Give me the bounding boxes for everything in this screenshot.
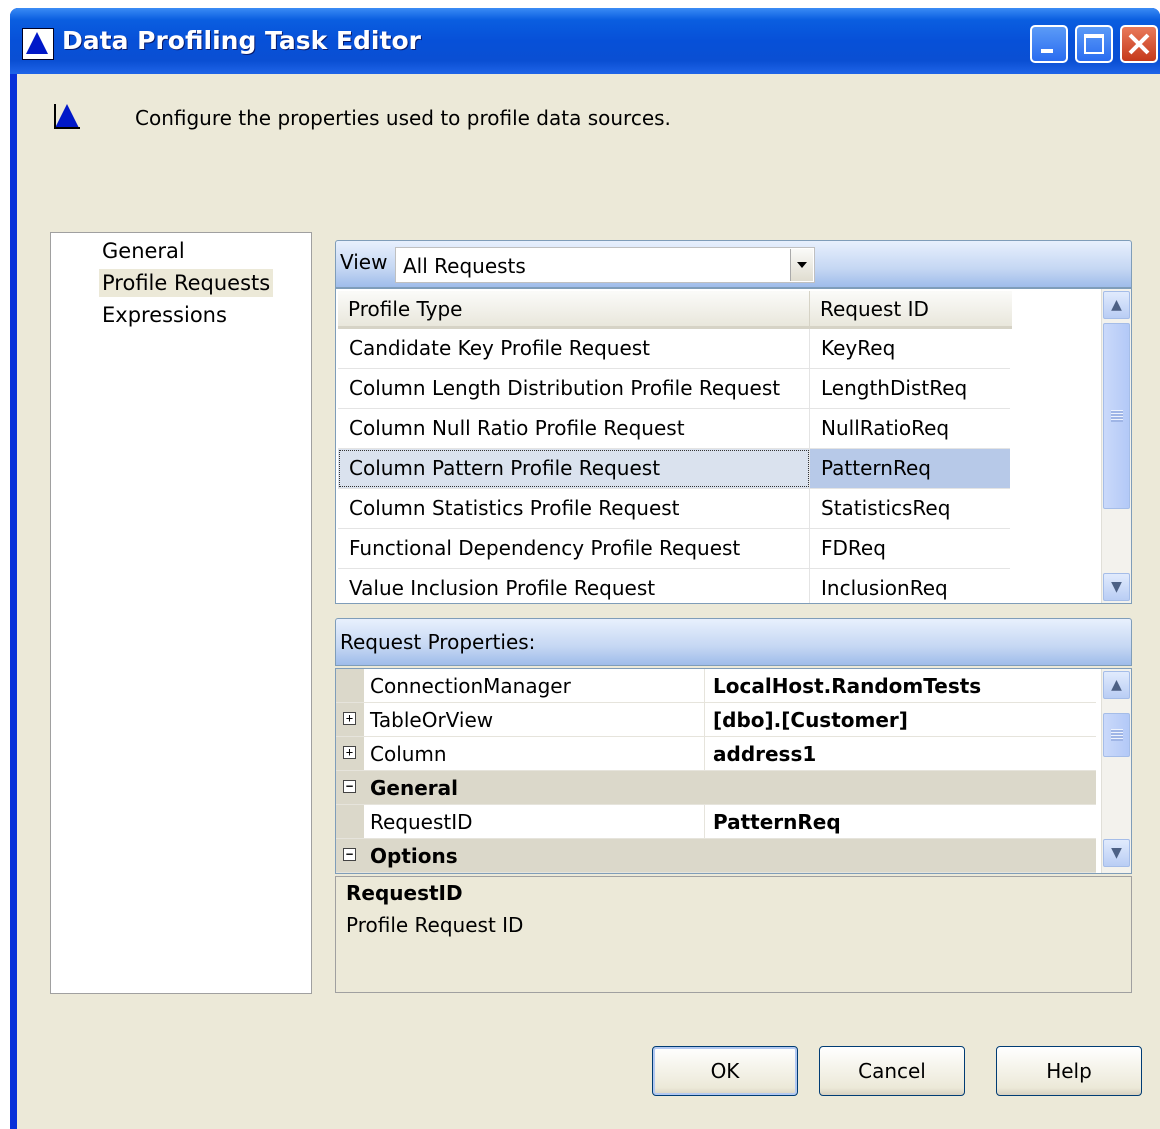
collapse-icon[interactable]: − xyxy=(343,780,356,793)
chevron-down-icon xyxy=(797,262,807,268)
minimize-button[interactable] xyxy=(1030,25,1068,63)
title-bar[interactable]: Data Profiling Task Editor xyxy=(10,8,1160,74)
profile-requests-grid: Profile Type Request ID Candidate Key Pr… xyxy=(335,288,1132,604)
profile-type-cell: Value Inclusion Profile Request xyxy=(349,576,656,600)
category-name: General xyxy=(370,776,458,800)
profiler-icon xyxy=(54,104,80,129)
dialog-client-area: Configure the properties used to profile… xyxy=(17,74,1160,1129)
navigation-panel: General Profile Requests Expressions xyxy=(50,232,312,994)
table-row[interactable]: Column Length Distribution Profile Reque… xyxy=(338,369,1010,409)
table-row[interactable]: Value Inclusion Profile Request Inclusio… xyxy=(338,569,1010,603)
scroll-down-button[interactable]: ▼ xyxy=(1103,573,1130,601)
profile-type-cell: Functional Dependency Profile Request xyxy=(349,536,741,560)
nav-item-expressions[interactable]: Expressions xyxy=(99,301,230,329)
profile-type-cell: Column Length Distribution Profile Reque… xyxy=(349,376,781,400)
property-description-panel: RequestID Profile Request ID xyxy=(335,876,1132,993)
property-name: Column xyxy=(370,742,447,766)
column-header-profile-type[interactable]: Profile Type xyxy=(338,291,809,329)
scroll-up-button[interactable]: ▲ xyxy=(1103,671,1130,699)
property-row[interactable]: ConnectionManager LocalHost.RandomTests xyxy=(336,669,1096,703)
property-value[interactable]: PatternReq xyxy=(704,805,1096,838)
chevron-up-icon: ▲ xyxy=(1111,677,1122,693)
column-header-request-id[interactable]: Request ID xyxy=(809,291,1012,329)
profile-type-cell: Column Pattern Profile Request xyxy=(349,456,661,480)
scroll-up-button[interactable]: ▲ xyxy=(1103,291,1130,319)
view-dropdown[interactable]: All Requests xyxy=(395,247,815,283)
grip-icon xyxy=(1111,410,1123,422)
nav-item-profile-requests[interactable]: Profile Requests xyxy=(99,269,274,297)
property-name: ConnectionManager xyxy=(370,674,571,698)
close-button[interactable] xyxy=(1120,25,1158,63)
nav-item-general[interactable]: General xyxy=(99,237,188,265)
minimize-icon xyxy=(1041,49,1053,53)
window-title: Data Profiling Task Editor xyxy=(62,26,421,55)
category-name: Options xyxy=(370,844,458,868)
request-id-cell: FDReq xyxy=(821,536,886,560)
grip-icon xyxy=(1111,729,1123,741)
profile-type-cell: Column Statistics Profile Request xyxy=(349,496,680,520)
property-grid-scrollbar[interactable]: ▲ ▼ xyxy=(1101,669,1131,873)
chevron-down-icon: ▼ xyxy=(1111,579,1122,595)
view-dropdown-button[interactable] xyxy=(790,249,813,281)
request-id-cell: LengthDistReq xyxy=(821,376,968,400)
profile-type-cell: Column Null Ratio Profile Request xyxy=(349,416,685,440)
property-value[interactable]: [dbo].[Customer] xyxy=(704,703,1096,736)
profiler-app-icon xyxy=(22,28,54,60)
close-icon xyxy=(1128,33,1150,55)
dialog-window: Data Profiling Task Editor Configure the… xyxy=(10,8,1160,1129)
table-row[interactable]: Candidate Key Profile Request KeyReq xyxy=(338,329,1010,369)
ok-button[interactable]: OK xyxy=(652,1046,798,1096)
property-value[interactable]: LocalHost.RandomTests xyxy=(704,669,1096,702)
table-row[interactable]: Functional Dependency Profile Request FD… xyxy=(338,529,1010,569)
property-value[interactable]: address1 xyxy=(704,737,1096,770)
property-row[interactable]: + Column address1 xyxy=(336,737,1096,771)
cancel-button[interactable]: Cancel xyxy=(819,1046,965,1096)
header-description: Configure the properties used to profile… xyxy=(135,106,671,130)
request-id-cell: PatternReq xyxy=(821,456,931,480)
scroll-thumb[interactable] xyxy=(1103,713,1130,757)
request-id-cell: NullRatioReq xyxy=(821,416,950,440)
property-name: RequestID xyxy=(370,810,473,834)
view-label: View xyxy=(340,250,388,274)
expand-icon[interactable]: + xyxy=(343,712,356,725)
property-category-options[interactable]: − Options xyxy=(336,839,1096,873)
maximize-icon xyxy=(1084,34,1104,54)
expand-icon[interactable]: + xyxy=(343,746,356,759)
maximize-button[interactable] xyxy=(1075,25,1113,63)
request-properties-header: Request Properties: xyxy=(335,618,1132,666)
view-dropdown-value: All Requests xyxy=(403,254,526,278)
table-row[interactable]: Column Null Ratio Profile Request NullRa… xyxy=(338,409,1010,449)
description-title: RequestID xyxy=(346,881,463,905)
chevron-up-icon: ▲ xyxy=(1111,297,1122,313)
property-name: TableOrView xyxy=(370,708,494,732)
property-category-general[interactable]: − General xyxy=(336,771,1096,805)
chevron-down-icon: ▼ xyxy=(1111,845,1122,861)
help-button[interactable]: Help xyxy=(996,1046,1142,1096)
property-row[interactable]: + TableOrView [dbo].[Customer] xyxy=(336,703,1096,737)
table-row-selected[interactable]: Column Pattern Profile Request PatternRe… xyxy=(338,449,1010,489)
request-id-cell: StatisticsReq xyxy=(821,496,951,520)
scroll-thumb[interactable] xyxy=(1103,323,1130,509)
collapse-icon[interactable]: − xyxy=(343,848,356,861)
request-id-cell: InclusionReq xyxy=(821,576,948,600)
request-properties-label: Request Properties: xyxy=(340,630,536,654)
property-grid: ConnectionManager LocalHost.RandomTests … xyxy=(335,668,1132,874)
profile-type-cell: Candidate Key Profile Request xyxy=(349,336,651,360)
scroll-down-button[interactable]: ▼ xyxy=(1103,839,1130,867)
property-row[interactable]: RequestID PatternReq xyxy=(336,805,1096,839)
grid-scrollbar[interactable]: ▲ ▼ xyxy=(1101,289,1131,603)
request-id-cell: KeyReq xyxy=(821,336,896,360)
description-text: Profile Request ID xyxy=(346,913,524,937)
table-row[interactable]: Column Statistics Profile Request Statis… xyxy=(338,489,1010,529)
view-toolbar: View All Requests xyxy=(335,240,1132,288)
